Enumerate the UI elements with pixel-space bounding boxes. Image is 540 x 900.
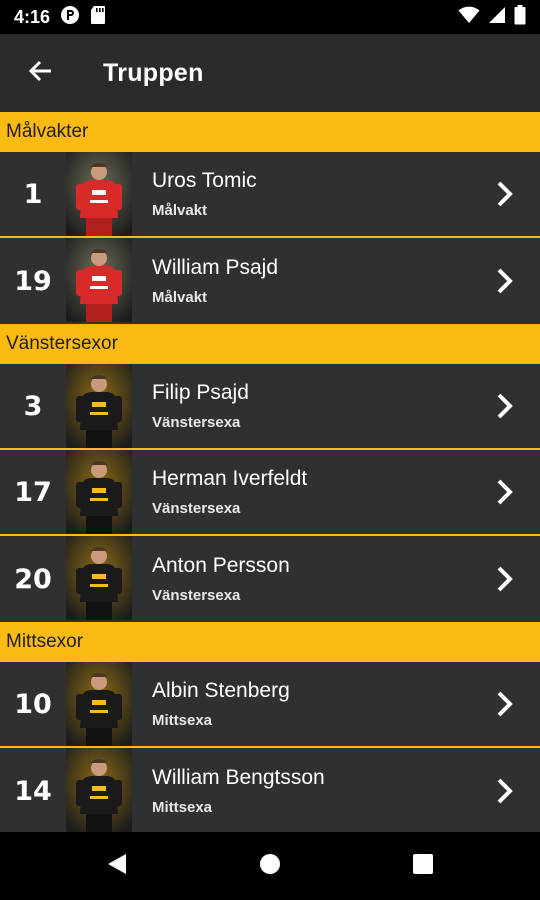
player-row[interactable]: 20 Anton Persson Vänstersexa	[0, 536, 540, 622]
recents-square-icon	[411, 852, 435, 881]
page-title: Truppen	[103, 58, 204, 87]
player-photo	[66, 536, 132, 622]
player-position: Mittsexa	[152, 712, 213, 729]
back-triangle-icon	[106, 852, 128, 881]
wifi-icon	[458, 6, 480, 29]
section-header: Målvakter	[0, 112, 540, 152]
nav-home-button[interactable]	[240, 836, 300, 896]
player-name: Herman Iverfeldt	[152, 467, 308, 490]
player-row[interactable]: 10 Albin Stenberg Mittsexa	[0, 662, 540, 748]
player-number: 17	[14, 476, 52, 508]
chevron-right-icon[interactable]	[470, 748, 540, 832]
player-number: 14	[14, 775, 52, 807]
chevron-right-icon[interactable]	[470, 364, 540, 448]
player-photo	[66, 364, 132, 448]
player-photo	[66, 152, 132, 236]
player-position: Målvakt	[152, 202, 208, 219]
chevron-right-icon[interactable]	[470, 152, 540, 236]
arrow-left-icon	[27, 59, 53, 88]
player-number: 1	[23, 178, 43, 210]
player-photo	[66, 662, 132, 746]
sd-card-icon	[90, 5, 106, 30]
status-right	[458, 4, 526, 30]
chevron-right-icon[interactable]	[470, 536, 540, 622]
battery-icon	[514, 4, 526, 30]
player-row[interactable]: 3 Filip Psajd Vänstersexa	[0, 364, 540, 450]
nav-recents-button[interactable]	[393, 836, 453, 896]
app-p-icon	[60, 5, 80, 30]
player-position: Vänstersexa	[152, 414, 241, 431]
player-name: Albin Stenberg	[152, 679, 290, 702]
back-button[interactable]	[0, 34, 80, 112]
chevron-right-icon[interactable]	[470, 662, 540, 746]
player-info: Herman Iverfeldt Vänstersexa	[132, 450, 470, 534]
app-bar: Truppen	[0, 34, 540, 112]
status-left: 4:16	[14, 5, 106, 30]
player-info: Anton Persson Vänstersexa	[132, 536, 470, 622]
player-photo	[66, 450, 132, 534]
player-number: 3	[23, 390, 43, 422]
player-info: William Bengtsson Mittsexa	[132, 748, 470, 832]
player-row[interactable]: 19 William Psajd Målvakt	[0, 238, 540, 324]
player-photo	[66, 748, 132, 832]
player-info: Albin Stenberg Mittsexa	[132, 662, 470, 746]
player-position: Vänstersexa	[152, 587, 241, 604]
player-info: Filip Psajd Vänstersexa	[132, 364, 470, 448]
player-name: Uros Tomic	[152, 169, 257, 192]
section-header: Vänstersexor	[0, 324, 540, 364]
status-bar: 4:16	[0, 0, 540, 34]
roster-list[interactable]: Målvakter 1 Uros Tomic Målvakt 19 Willia…	[0, 112, 540, 832]
player-number: 19	[14, 265, 52, 297]
player-position: Målvakt	[152, 289, 208, 306]
player-number: 10	[14, 688, 52, 720]
player-position: Mittsexa	[152, 799, 213, 816]
chevron-right-icon[interactable]	[470, 238, 540, 324]
signal-icon	[488, 6, 506, 29]
status-time: 4:16	[14, 6, 51, 27]
player-row[interactable]: 14 William Bengtsson Mittsexa	[0, 748, 540, 832]
player-name: William Bengtsson	[152, 766, 325, 789]
chevron-right-icon[interactable]	[470, 450, 540, 534]
player-name: Anton Persson	[152, 554, 290, 577]
player-info: William Psajd Målvakt	[132, 238, 470, 324]
player-row[interactable]: 17 Herman Iverfeldt Vänstersexa	[0, 450, 540, 536]
player-name: Filip Psajd	[152, 381, 249, 404]
section-header: Mittsexor	[0, 622, 540, 662]
player-photo	[66, 238, 132, 324]
player-info: Uros Tomic Målvakt	[132, 152, 470, 236]
player-name: William Psajd	[152, 256, 279, 279]
player-number: 20	[14, 563, 52, 595]
home-circle-icon	[258, 852, 282, 881]
player-position: Vänstersexa	[152, 500, 241, 517]
player-row[interactable]: 1 Uros Tomic Målvakt	[0, 152, 540, 238]
nav-back-button[interactable]	[87, 836, 147, 896]
navigation-bar	[0, 832, 540, 900]
